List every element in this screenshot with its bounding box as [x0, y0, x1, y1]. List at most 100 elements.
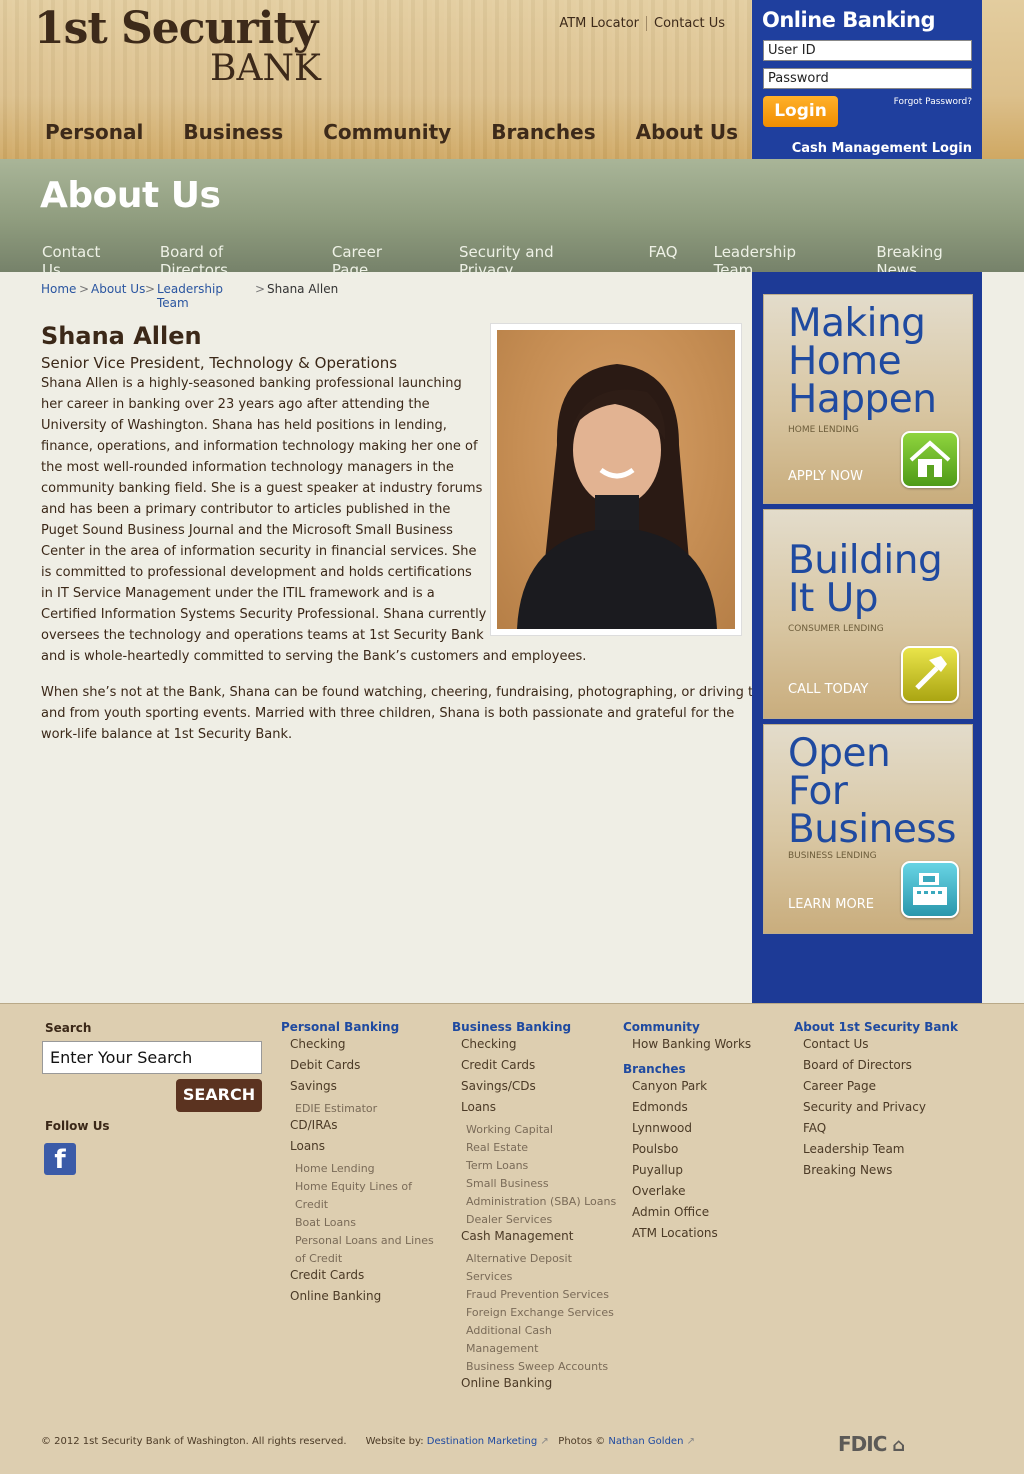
promo-home-lending[interactable]: Making Home Happen HOME LENDING APPLY NO…: [763, 294, 973, 504]
breadcrumb-home[interactable]: Home: [41, 282, 76, 296]
subnav-board-of-directors[interactable]: Board of Directors: [160, 243, 296, 279]
bank-logo[interactable]: 1st Security BANK: [34, 3, 334, 88]
footer-link[interactable]: Checking: [281, 1037, 434, 1058]
footer-link[interactable]: Admin Office: [623, 1205, 751, 1226]
footer-sublink[interactable]: Term Loans: [452, 1157, 616, 1175]
nav-community[interactable]: Community: [323, 120, 451, 144]
footer-link[interactable]: Puyallup: [623, 1163, 751, 1184]
footer-sublink[interactable]: Fraud Prevention Services: [452, 1286, 616, 1304]
footer-sublink[interactable]: Services: [452, 1268, 616, 1286]
breadcrumb-leadership-team[interactable]: Leadership Team: [157, 282, 223, 310]
login-button[interactable]: Login: [763, 96, 838, 127]
forgot-password-link[interactable]: Forgot Password?: [894, 97, 972, 107]
footer-link[interactable]: Security and Privacy: [794, 1100, 958, 1121]
nav-business[interactable]: Business: [183, 120, 283, 144]
promo-consumer-lending[interactable]: Building It Up CONSUMER LENDING CALL TOD…: [763, 509, 973, 719]
subnav-career-page[interactable]: Career Page: [332, 243, 423, 279]
password-field[interactable]: [763, 68, 972, 89]
search-input[interactable]: [42, 1041, 262, 1074]
footer-sublink[interactable]: Home Equity Lines of: [281, 1178, 434, 1196]
subnav-faq[interactable]: FAQ: [649, 243, 678, 279]
nav-about-us[interactable]: About Us: [636, 120, 738, 144]
footer-heading[interactable]: Personal Banking: [281, 1020, 434, 1037]
breadcrumb-about-us[interactable]: About Us: [91, 282, 145, 296]
footer-link[interactable]: Savings/CDs: [452, 1079, 616, 1100]
footer-link[interactable]: How Banking Works: [623, 1037, 751, 1058]
nathan-golden-link[interactable]: Nathan Golden: [608, 1436, 683, 1447]
footer-sublink[interactable]: EDIE Estimator: [281, 1100, 434, 1118]
footer-link[interactable]: Canyon Park: [623, 1079, 751, 1100]
footer-link[interactable]: Loans: [281, 1139, 434, 1160]
footer-link[interactable]: Board of Directors: [794, 1058, 958, 1079]
footer-link[interactable]: Online Banking: [281, 1289, 434, 1310]
promo-headline: Open For Business: [788, 731, 956, 849]
destination-marketing-link[interactable]: Destination Marketing: [427, 1436, 537, 1447]
cash-register-icon[interactable]: [901, 861, 959, 918]
footer-link[interactable]: Credit Cards: [281, 1268, 434, 1289]
bio-line: the most well-rounded information techno…: [41, 460, 454, 475]
footer-link[interactable]: Poulsbo: [623, 1142, 751, 1163]
footer-sublink[interactable]: Boat Loans: [281, 1214, 434, 1232]
nav-personal[interactable]: Personal: [45, 120, 143, 144]
footer-link[interactable]: Loans: [452, 1100, 616, 1121]
footer-column-about: About 1st Security Bank Contact Us Board o…: [794, 1020, 958, 1184]
footer-heading[interactable]: Community: [623, 1020, 751, 1037]
footer-sublink[interactable]: Working Capital: [452, 1121, 616, 1139]
logo-wordmark: 1st Security: [34, 3, 318, 54]
nav-branches[interactable]: Branches: [491, 120, 595, 144]
promo-cta-call-today[interactable]: CALL TODAY: [788, 682, 868, 697]
footer-sublink[interactable]: Credit: [281, 1196, 434, 1214]
footer-sublink[interactable]: Business Sweep Accounts: [452, 1358, 616, 1376]
atm-locator-link[interactable]: ATM Locator: [552, 16, 646, 31]
footer-link[interactable]: Contact Us: [794, 1037, 958, 1058]
footer-sublink[interactable]: Management: [452, 1340, 616, 1358]
footer-link[interactable]: Overlake: [623, 1184, 751, 1205]
footer-sublink[interactable]: Additional Cash: [452, 1322, 616, 1340]
bio-line: Puget Sound Business Journal and the Mic…: [41, 523, 453, 538]
footer-heading[interactable]: About 1st Security Bank: [794, 1020, 958, 1037]
footer-heading[interactable]: Business Banking: [452, 1020, 616, 1037]
hammer-icon[interactable]: [901, 646, 959, 703]
external-link-icon: ↗: [686, 1436, 695, 1447]
bio-paragraph-1: Shana Allen is a highly-seasoned banking…: [41, 373, 741, 667]
promo-cta-learn-more[interactable]: LEARN MORE: [788, 897, 874, 912]
subnav-security-and-privacy[interactable]: Security and Privacy: [459, 243, 613, 279]
bio-line: University of Washington. Shana has held…: [41, 418, 447, 433]
footer-link[interactable]: FAQ: [794, 1121, 958, 1142]
footer-sublink[interactable]: Home Lending: [281, 1160, 434, 1178]
footer-link[interactable]: CD/IRAs: [281, 1118, 434, 1139]
footer-link[interactable]: ATM Locations: [623, 1226, 751, 1247]
footer-link[interactable]: Cash Management: [452, 1229, 616, 1250]
promo-business-lending[interactable]: Open For Business BUSINESS LENDING LEARN…: [763, 724, 973, 934]
footer-sublink[interactable]: of Credit: [281, 1250, 434, 1268]
user-id-field[interactable]: [763, 40, 972, 61]
promo-headline-line: Open: [788, 731, 891, 776]
footer-link[interactable]: Checking: [452, 1037, 616, 1058]
footer-heading[interactable]: Branches: [623, 1062, 751, 1079]
facebook-icon[interactable]: f: [44, 1143, 76, 1175]
footer-link[interactable]: Online Banking: [452, 1376, 616, 1397]
footer-link[interactable]: Credit Cards: [452, 1058, 616, 1079]
contact-us-link[interactable]: Contact Us: [646, 16, 732, 31]
footer-sublink[interactable]: Small Business: [452, 1175, 616, 1193]
footer-link[interactable]: Career Page: [794, 1079, 958, 1100]
footer-sublink[interactable]: Real Estate: [452, 1139, 616, 1157]
footer-link[interactable]: Edmonds: [623, 1100, 751, 1121]
promo-cta-apply-now[interactable]: APPLY NOW: [788, 469, 863, 484]
search-button[interactable]: SEARCH: [176, 1079, 262, 1112]
footer-sublink[interactable]: Personal Loans and Lines: [281, 1232, 434, 1250]
footer-sublink[interactable]: Administration (SBA) Loans: [452, 1193, 616, 1211]
cash-management-login-link[interactable]: Cash Management Login: [792, 141, 972, 156]
photos-label: Photos ©: [558, 1436, 606, 1447]
promo-headline: Making Home Happen: [788, 304, 937, 419]
footer-link[interactable]: Leadership Team: [794, 1142, 958, 1163]
footer-link[interactable]: Savings: [281, 1079, 434, 1100]
footer-link[interactable]: Lynnwood: [623, 1121, 751, 1142]
footer-sublink[interactable]: Dealer Services: [452, 1211, 616, 1229]
footer-sublink[interactable]: Alternative Deposit: [452, 1250, 616, 1268]
footer-sublink[interactable]: Foreign Exchange Services: [452, 1304, 616, 1322]
footer-link[interactable]: Debit Cards: [281, 1058, 434, 1079]
house-icon[interactable]: [901, 431, 959, 488]
footer-link[interactable]: Breaking News: [794, 1163, 958, 1184]
subnav-contact-us[interactable]: Contact Us: [42, 243, 124, 279]
